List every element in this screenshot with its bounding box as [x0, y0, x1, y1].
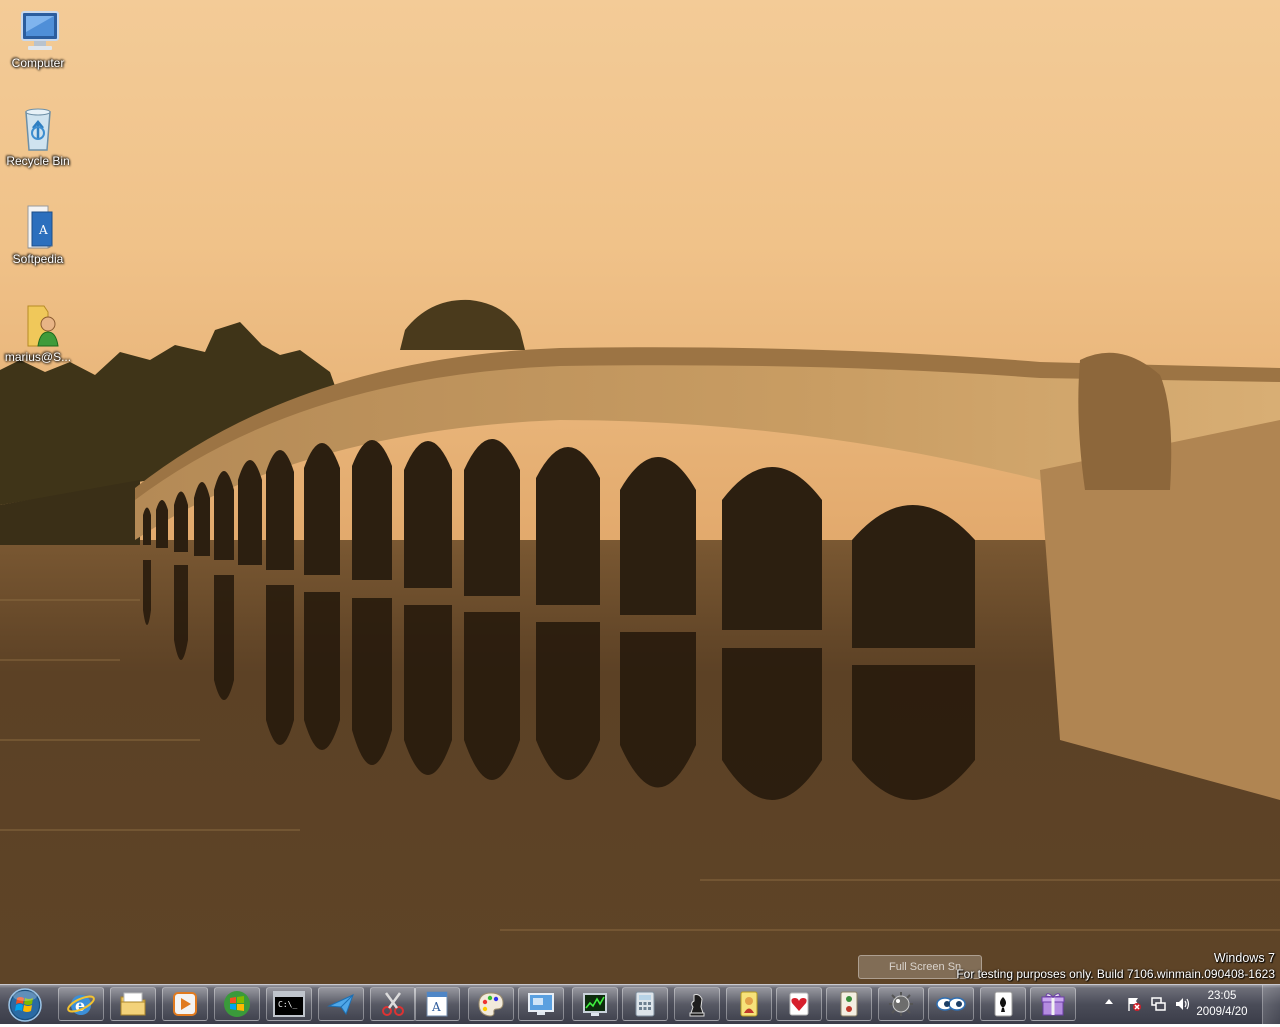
svg-text:A: A: [38, 223, 48, 237]
solitaire-icon: [994, 991, 1013, 1017]
clock-time: 23:05: [1207, 990, 1237, 1002]
windows-watermark: Windows 7 For testing purposes only. Bui…: [956, 950, 1275, 982]
desktop-icon-label: Softpedia: [12, 252, 64, 266]
speaker-icon[interactable]: [1174, 996, 1190, 1012]
windows-orb-icon: [8, 988, 42, 1022]
desktop[interactable]: Computer Recycle Bin A Softpedia marius@…: [0, 0, 1280, 984]
network-icon[interactable]: [1150, 996, 1166, 1012]
taskbar-button-calculator[interactable]: [622, 987, 668, 1021]
desktop-icon-label: Computer: [11, 56, 65, 70]
taskbar-button-media-player[interactable]: [162, 987, 208, 1021]
taskbar-button-wordpad[interactable]: A: [414, 987, 460, 1021]
desktop-icon-softpedia[interactable]: A Softpedia: [0, 204, 76, 266]
wallpaper-image: [0, 0, 1280, 984]
svg-text:A: A: [431, 1000, 441, 1014]
task-manager-icon: [583, 993, 607, 1016]
taskbar-button-freecell[interactable]: [726, 987, 772, 1021]
taskbar-button-snipping-tool[interactable]: [370, 987, 416, 1021]
computer-icon: [21, 11, 59, 50]
wordpad-icon: A: [426, 991, 448, 1017]
flag-error-icon[interactable]: [1126, 996, 1142, 1012]
ghost-window-label: Full Screen Sn: [889, 961, 962, 973]
eyes-icon: [936, 997, 966, 1011]
taskbar-button-minesweeper[interactable]: [878, 987, 924, 1021]
user-folder-icon: [27, 305, 59, 347]
taskbar-button-send-app[interactable]: [318, 987, 364, 1021]
hearts-icon: [789, 992, 809, 1016]
taskbar-button-internet-explorer[interactable]: e: [58, 987, 104, 1021]
taskbar: e C:\_ A 23:05 2009/4/20: [0, 984, 1280, 1025]
taskbar-button-windows-update[interactable]: [214, 987, 260, 1021]
taskbar-clock[interactable]: 23:05 2009/4/20: [1196, 988, 1248, 1020]
taskbar-button-chess[interactable]: [674, 987, 720, 1021]
taskbar-button-task-manager[interactable]: [572, 987, 618, 1021]
taskbar-button-hearts[interactable]: [776, 987, 822, 1021]
desktop-icon-recycle-bin[interactable]: Recycle Bin: [0, 106, 76, 168]
taskbar-button-mahjong[interactable]: [826, 987, 872, 1021]
show-desktop-button[interactable]: [1262, 985, 1280, 1025]
watermark-os-name: Windows 7: [1213, 951, 1275, 965]
watermark-build-text: For testing purposes only. Build 7106.wi…: [956, 967, 1275, 981]
svg-text:C:\_: C:\_: [278, 1000, 297, 1009]
remote-desktop-icon: [528, 993, 554, 1015]
taskbar-button-solitaire[interactable]: [980, 987, 1026, 1021]
gift-box-icon: [1041, 993, 1065, 1016]
system-tray: [1094, 985, 1280, 1025]
scissors-icon: [382, 992, 404, 1016]
paint-palette-icon: [478, 992, 504, 1017]
taskbar-button-command-prompt[interactable]: C:\_: [266, 987, 312, 1021]
freecell-icon: [740, 991, 758, 1017]
calculator-icon: [635, 991, 655, 1017]
recycle-bin-icon: [25, 108, 51, 151]
paper-plane-icon: [327, 994, 354, 1016]
desktop-icon-user-folder[interactable]: marius@S...: [0, 302, 76, 364]
desktop-icon-computer[interactable]: Computer: [0, 8, 76, 70]
desktop-icon-label: Recycle Bin: [6, 154, 70, 168]
desktop-icon-label: marius@S...: [4, 350, 72, 364]
windows-logo-icon: [224, 991, 250, 1017]
taskbar-button-magnifier[interactable]: [928, 987, 974, 1021]
taskbar-button-purble-place[interactable]: [1030, 987, 1076, 1021]
folder-document-icon: A: [27, 205, 53, 249]
media-player-icon: [173, 992, 197, 1016]
chess-icon: [689, 994, 705, 1017]
up-arrow-icon[interactable]: [1104, 997, 1114, 1007]
internet-explorer-icon: e: [67, 995, 95, 1015]
folder-explorer-icon: [120, 992, 146, 1016]
minesweeper-icon: [889, 992, 913, 1016]
taskbar-button-windows-explorer[interactable]: [110, 987, 156, 1021]
taskbar-button-remote-desktop[interactable]: [518, 987, 564, 1021]
start-button[interactable]: [3, 987, 47, 1023]
mahjong-icon: [840, 991, 858, 1017]
clock-date: 2009/4/20: [1196, 1006, 1248, 1018]
command-prompt-icon: C:\_: [273, 991, 305, 1017]
taskbar-button-paint[interactable]: [468, 987, 514, 1021]
